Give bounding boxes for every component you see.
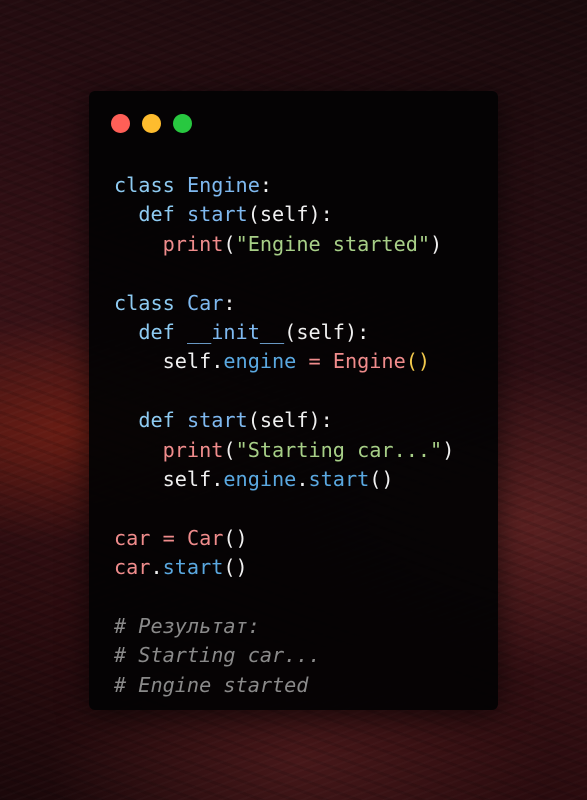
code-token: = <box>162 525 175 550</box>
code-token: def <box>138 202 175 227</box>
code-line: # Starting car... <box>114 641 454 670</box>
close-dot-icon[interactable] <box>111 114 130 133</box>
code-token: self <box>162 466 212 491</box>
code-token: def <box>138 319 175 344</box>
code-token: "Starting car..." <box>235 437 443 462</box>
code-token: Engine <box>186 173 260 197</box>
code-block: class Engine: def start(self): print("En… <box>114 171 454 700</box>
code-line: class Engine: <box>114 171 454 200</box>
code-token: car <box>114 555 151 580</box>
code-token: Car <box>186 525 224 550</box>
code-token: def <box>138 408 175 433</box>
code-token: ) <box>442 437 455 462</box>
code-line: # Результат: <box>114 612 454 641</box>
code-token: () <box>405 349 431 374</box>
code-token: ) <box>430 231 443 256</box>
code-token: start <box>186 408 248 433</box>
minimize-dot-icon[interactable] <box>142 114 161 133</box>
code-line: car = Car() <box>114 524 454 553</box>
code-token: () <box>223 555 248 580</box>
code-token: (self): <box>284 319 370 344</box>
code-line: class Car: <box>114 289 454 318</box>
code-line: print("Starting car...") <box>114 436 455 465</box>
code-token: . <box>296 466 309 491</box>
maximize-dot-icon[interactable] <box>173 114 192 133</box>
code-line: def start(self): <box>114 200 454 229</box>
code-token: car <box>114 525 151 550</box>
code-token: ( <box>223 437 236 462</box>
code-token: "Engine started" <box>235 231 431 256</box>
code-window: class Engine: def start(self): print("En… <box>89 91 498 710</box>
code-token: engine <box>223 466 297 491</box>
window-controls <box>111 114 192 133</box>
code-line: def __init__(self): <box>114 318 454 347</box>
code-token: engine <box>223 349 297 374</box>
code-line: self.engine.start() <box>114 465 454 494</box>
code-token: ( <box>223 231 236 256</box>
code-token: : <box>223 290 236 315</box>
code-token: self <box>162 349 212 374</box>
code-line: print("Engine started") <box>114 230 454 259</box>
code-token: class <box>114 173 175 197</box>
code-token: . <box>211 349 224 374</box>
code-token: start <box>308 466 370 491</box>
code-token: () <box>223 525 248 550</box>
code-line: car.start() <box>114 553 454 582</box>
code-line: def start(self): <box>114 406 454 435</box>
code-token: () <box>369 466 394 491</box>
code-line: # Engine started <box>114 671 454 700</box>
code-token: # Результат: <box>114 613 260 638</box>
code-token: # Engine started <box>114 672 309 697</box>
code-token: . <box>211 466 224 491</box>
code-token: print <box>162 437 224 462</box>
code-token: __init__ <box>186 319 285 344</box>
code-token: (self): <box>247 408 333 433</box>
code-token: (self): <box>247 202 333 227</box>
code-token: start <box>162 555 224 580</box>
code-token: Engine <box>332 349 406 374</box>
code-line: self.engine = Engine() <box>114 347 454 376</box>
code-token: # Starting car... <box>114 643 321 668</box>
code-token: print <box>162 231 224 256</box>
code-token: start <box>186 202 248 227</box>
code-token: Car <box>186 290 224 315</box>
code-token: class <box>114 290 175 315</box>
code-token: = <box>308 349 321 374</box>
code-token: : <box>259 173 273 197</box>
code-token: . <box>150 555 163 580</box>
